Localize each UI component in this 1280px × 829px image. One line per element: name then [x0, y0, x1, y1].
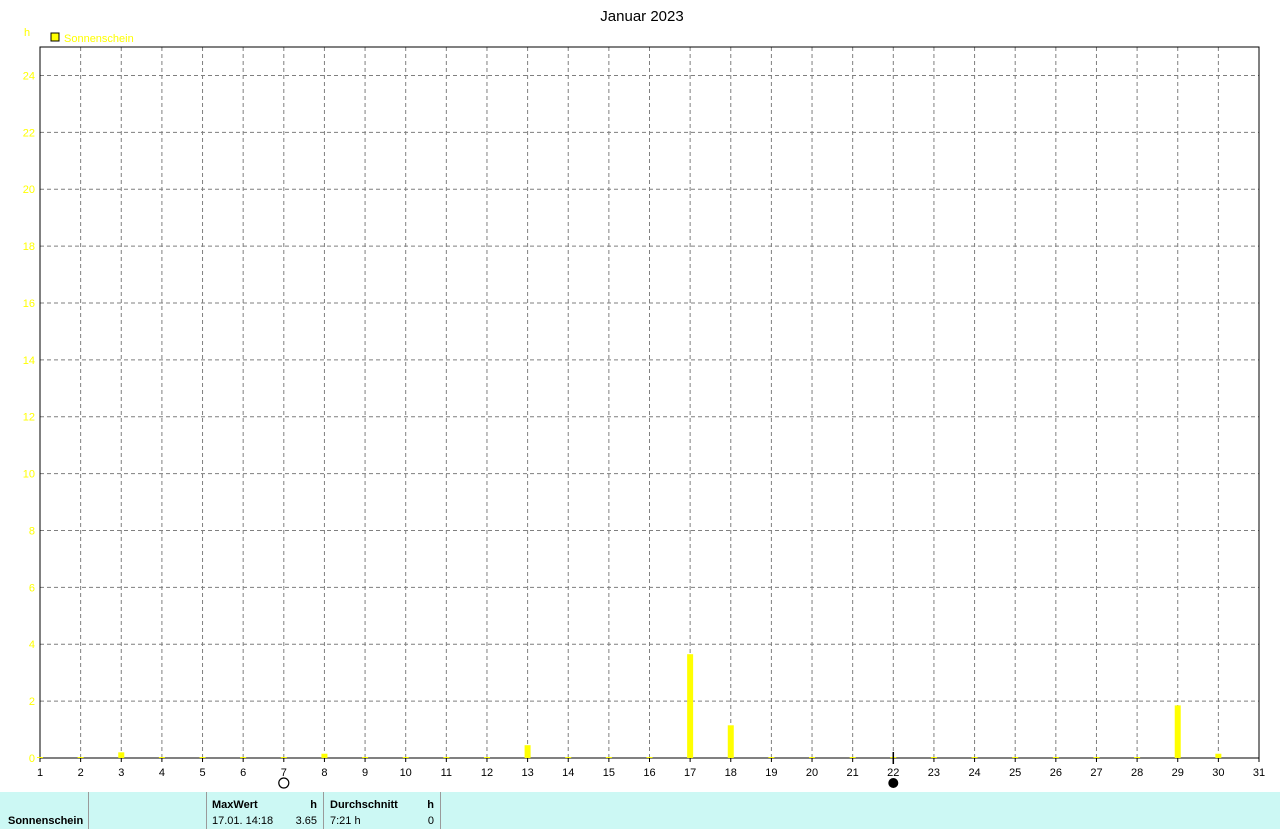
bar-sonnenschein-day-20 [809, 757, 816, 758]
footer-max-column: MaxWert h 17.01. 14:18 3.65 [206, 792, 324, 829]
y-tick-label: 12 [23, 412, 35, 424]
bar-sonnenschein-day-5 [199, 757, 206, 758]
y-tick-label: 16 [23, 298, 35, 310]
x-tick-label: 8 [321, 767, 327, 779]
y-tick-label: 14 [23, 355, 35, 367]
bar-sonnenschein-day-19 [768, 757, 775, 758]
y-tick-label: 6 [29, 582, 35, 594]
x-tick-label: 26 [1050, 767, 1062, 779]
footer-max-header: MaxWert [212, 799, 258, 811]
x-tick-label: 18 [725, 767, 737, 779]
x-tick-label: 22 [887, 767, 899, 779]
bar-sonnenschein-day-14 [565, 757, 572, 758]
bar-sonnenschein-day-18 [727, 725, 734, 758]
x-tick-label: 28 [1131, 767, 1143, 779]
x-tick-label: 31 [1253, 767, 1265, 779]
y-tick-label: 0 [29, 753, 35, 765]
x-tick-label: 2 [78, 767, 84, 779]
bar-sonnenschein-day-11 [443, 757, 450, 758]
bar-sonnenschein-day-1 [37, 757, 43, 758]
x-tick-label: 9 [362, 767, 368, 779]
x-tick-label: 5 [199, 767, 205, 779]
x-tick-label: 6 [240, 767, 246, 779]
x-tick-label: 1 [37, 767, 43, 779]
bar-sonnenschein-day-3 [118, 752, 125, 758]
x-tick-label: 7 [281, 767, 287, 779]
bar-sonnenschein-day-13 [524, 745, 531, 758]
bar-sonnenschein-day-27 [1093, 757, 1100, 758]
bar-sonnenschein-day-26 [1052, 757, 1059, 758]
bar-sonnenschein-day-10 [402, 757, 409, 758]
y-tick-label: 20 [23, 184, 35, 196]
x-tick-label: 15 [603, 767, 615, 779]
bar-sonnenschein-day-7 [280, 757, 287, 758]
x-tick-label: 25 [1009, 767, 1021, 779]
x-tick-label: 20 [806, 767, 818, 779]
x-tick-label: 24 [968, 767, 980, 779]
bar-sonnenschein-day-17 [687, 654, 694, 758]
bar-sonnenschein-day-28 [1134, 757, 1141, 758]
bar-sonnenschein-day-4 [158, 757, 165, 758]
chart-title: Januar 2023 [600, 8, 683, 25]
y-axis-unit-label: h [24, 27, 30, 39]
footer-avg-header: Durchschnitt [330, 799, 398, 811]
footer-avg-value: 7:21 h [330, 815, 361, 827]
x-tick-label: 30 [1212, 767, 1224, 779]
x-tick-label: 27 [1090, 767, 1102, 779]
bar-sonnenschein-day-21 [849, 757, 856, 758]
footer-max-datetime: 17.01. 14:18 [212, 815, 274, 827]
bar-sonnenschein-day-25 [1012, 757, 1019, 758]
x-tick-label: 13 [521, 767, 533, 779]
y-tick-label: 24 [23, 70, 35, 82]
footer-max-value: 3.65 [295, 815, 317, 827]
footer-avg-column: Durchschnitt h 7:21 h 0 [323, 792, 441, 829]
sunshine-chart: Januar 2023h Sonnenschein0246810121416182… [23, 8, 1265, 789]
y-tick-label: 18 [23, 241, 35, 253]
x-tick-label: 23 [928, 767, 940, 779]
footer-label-column: Sonnenschein [0, 792, 89, 829]
footer-max-unit: h [310, 799, 317, 811]
x-tick-label: 11 [441, 767, 452, 779]
x-tick-label: 4 [159, 767, 165, 779]
x-tick-label: 29 [1172, 767, 1184, 779]
y-tick-label: 22 [23, 127, 35, 139]
bar-sonnenschein-day-16 [646, 757, 653, 758]
bar-sonnenschein-day-12 [483, 757, 490, 758]
x-tick-label: 10 [400, 767, 412, 779]
bar-sonnenschein-day-23 [930, 757, 937, 758]
new-moon-icon [888, 778, 899, 788]
bar-sonnenschein-day-8 [321, 753, 328, 758]
x-tick-label: 3 [118, 767, 124, 779]
footer-series-label: Sonnenschein [8, 815, 84, 827]
x-tick-label: 19 [765, 767, 777, 779]
y-tick-label: 2 [29, 696, 35, 708]
bar-sonnenschein-day-9 [362, 757, 369, 758]
x-tick-label: 16 [643, 767, 655, 779]
bar-sonnenschein-day-2 [77, 757, 84, 758]
bar-sonnenschein-day-6 [240, 757, 247, 758]
bar-sonnenschein-day-29 [1174, 705, 1181, 758]
bar-sonnenschein-day-15 [605, 757, 612, 758]
footer-empty-column [88, 792, 207, 829]
x-tick-label: 12 [481, 767, 493, 779]
y-tick-label: 10 [23, 469, 35, 481]
y-tick-label: 8 [29, 525, 35, 537]
x-tick-label: 14 [562, 767, 574, 779]
footer-avg-unit: h [427, 799, 434, 811]
legend-label-sonnenschein: Sonnenschein [64, 33, 134, 45]
stats-footer: Sonnenschein MaxWert h 17.01. 14:18 3.65… [0, 792, 1280, 829]
full-moon-icon [278, 777, 290, 789]
footer-avg-extra: 0 [427, 815, 434, 827]
bar-sonnenschein-day-24 [971, 757, 978, 758]
y-tick-label: 4 [29, 639, 35, 651]
x-tick-label: 17 [684, 767, 696, 779]
x-tick-label: 21 [847, 767, 859, 779]
legend-swatch-sonnenschein [50, 32, 60, 42]
bar-sonnenschein-day-30 [1215, 753, 1222, 758]
